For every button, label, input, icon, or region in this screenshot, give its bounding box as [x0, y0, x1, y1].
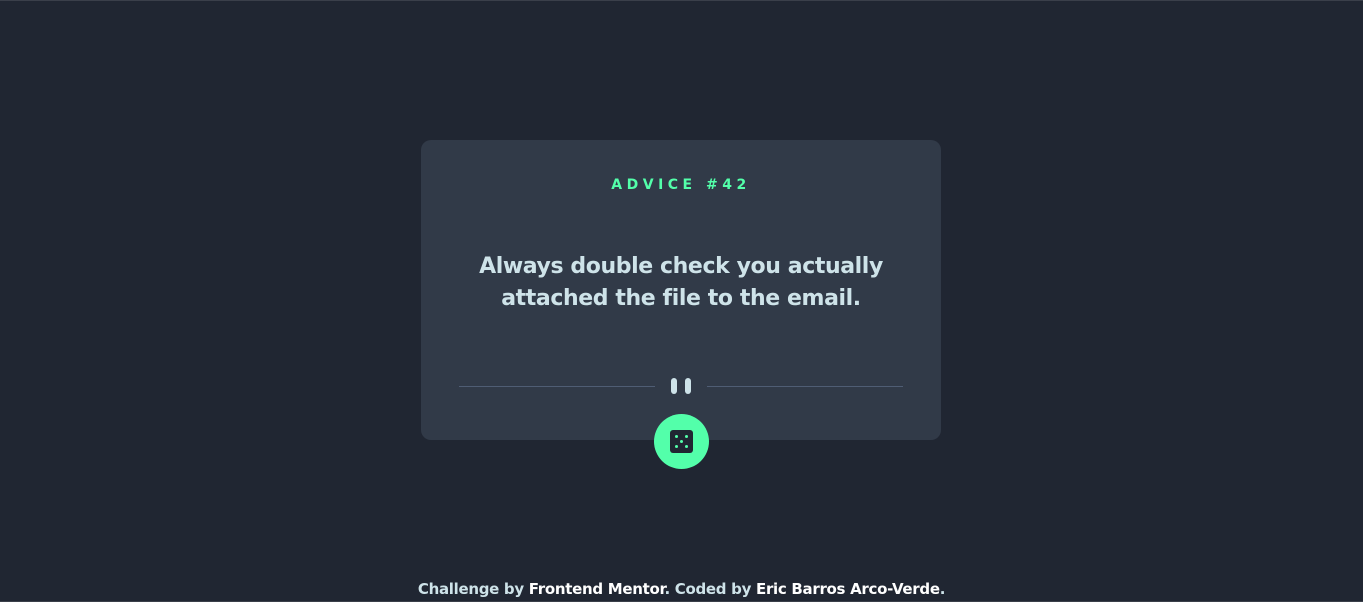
footer-prefix: Challenge by	[417, 580, 529, 598]
dice-icon	[670, 430, 693, 453]
divider-line-left	[459, 386, 655, 387]
attribution-footer: Challenge by Frontend Mentor. Coded by E…	[0, 578, 1363, 600]
divider-line-right	[707, 386, 903, 387]
advice-card: ADVICE #42 Always double check you actua…	[421, 140, 941, 440]
advice-quote: Always double check you actually attache…	[479, 254, 883, 311]
generate-advice-button[interactable]	[654, 414, 709, 469]
advice-id-label: ADVICE #42	[611, 177, 751, 193]
footer-middle: . Coded by	[664, 580, 756, 598]
frontend-mentor-link[interactable]: Frontend Mentor	[529, 580, 665, 598]
pause-icon	[671, 378, 691, 394]
footer-suffix: .	[939, 580, 946, 598]
top-border	[0, 0, 1363, 1]
pattern-divider	[459, 376, 903, 396]
author-link[interactable]: Eric Barros Arco-Verde	[756, 580, 940, 598]
